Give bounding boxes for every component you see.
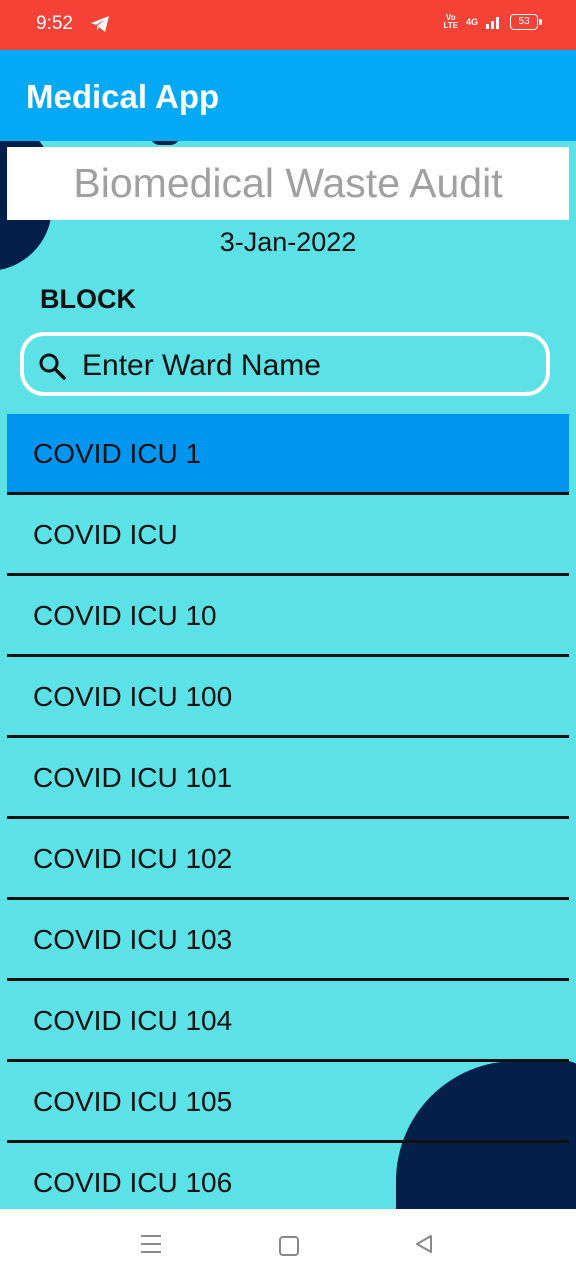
status-indicators: Vo LTE 4G 53 [443, 13, 542, 30]
signal-icon [486, 17, 499, 29]
ward-list-item[interactable]: COVID ICU 106 [7, 1143, 569, 1209]
block-label: BLOCK [40, 284, 136, 314]
ward-label: COVID ICU 106 [33, 1167, 233, 1198]
ward-label: COVID ICU 10 [33, 600, 217, 631]
audit-date: 3-Jan-2022 [219, 227, 357, 257]
ward-list-item[interactable]: COVID ICU 100 [7, 657, 569, 738]
battery-icon: 53 [510, 14, 542, 30]
status-bar: 9:52 Vo LTE 4G 53 [0, 0, 576, 50]
ward-list-item[interactable]: COVID ICU 101 [7, 738, 569, 819]
ward-label: COVID ICU [33, 519, 178, 550]
ward-list-item[interactable]: COVID ICU 103 [7, 900, 569, 981]
home-button[interactable] [279, 1236, 299, 1256]
ward-label: COVID ICU 1 [33, 438, 202, 469]
ward-search-box[interactable] [20, 332, 550, 396]
ward-label: COVID ICU 102 [33, 843, 233, 874]
app-bar: Medical App [0, 50, 576, 141]
network-type: 4G [465, 17, 478, 27]
recent-apps-button[interactable] [141, 1235, 161, 1253]
ward-list-item[interactable]: COVID ICU [7, 495, 569, 576]
telegram-icon [91, 16, 109, 32]
ward-label: COVID ICU 103 [33, 924, 233, 955]
app-title: Medical App [26, 78, 220, 115]
page-title-card: Biomedical Waste Audit [7, 147, 569, 220]
ward-label: COVID ICU 105 [33, 1086, 233, 1117]
ward-list-item[interactable]: COVID ICU 105 [7, 1062, 569, 1143]
ward-label: COVID ICU 104 [33, 1005, 233, 1036]
main-content: Biomedical Waste Audit 3-Jan-2022 BLOCK … [0, 141, 576, 1209]
ward-list: COVID ICU 1 COVID ICU COVID ICU 10 COVID… [7, 414, 569, 1209]
search-icon [39, 353, 66, 380]
ward-label: COVID ICU 101 [33, 762, 233, 793]
system-navigation-bar [0, 1209, 576, 1280]
ward-label: COVID ICU 100 [33, 681, 233, 712]
volte-icon: Vo LTE [443, 13, 458, 30]
ward-list-item[interactable]: COVID ICU 102 [7, 819, 569, 900]
ward-list-item-selected[interactable]: COVID ICU 1 [7, 414, 569, 495]
ward-list-item[interactable]: COVID ICU 104 [7, 981, 569, 1062]
decorative-blob [150, 141, 180, 145]
ward-list-item[interactable]: COVID ICU 10 [7, 576, 569, 657]
back-button[interactable] [414, 1234, 434, 1254]
status-time: 9:52 [36, 13, 73, 34]
page-title: Biomedical Waste Audit [73, 160, 503, 206]
ward-search-input[interactable] [80, 348, 524, 384]
